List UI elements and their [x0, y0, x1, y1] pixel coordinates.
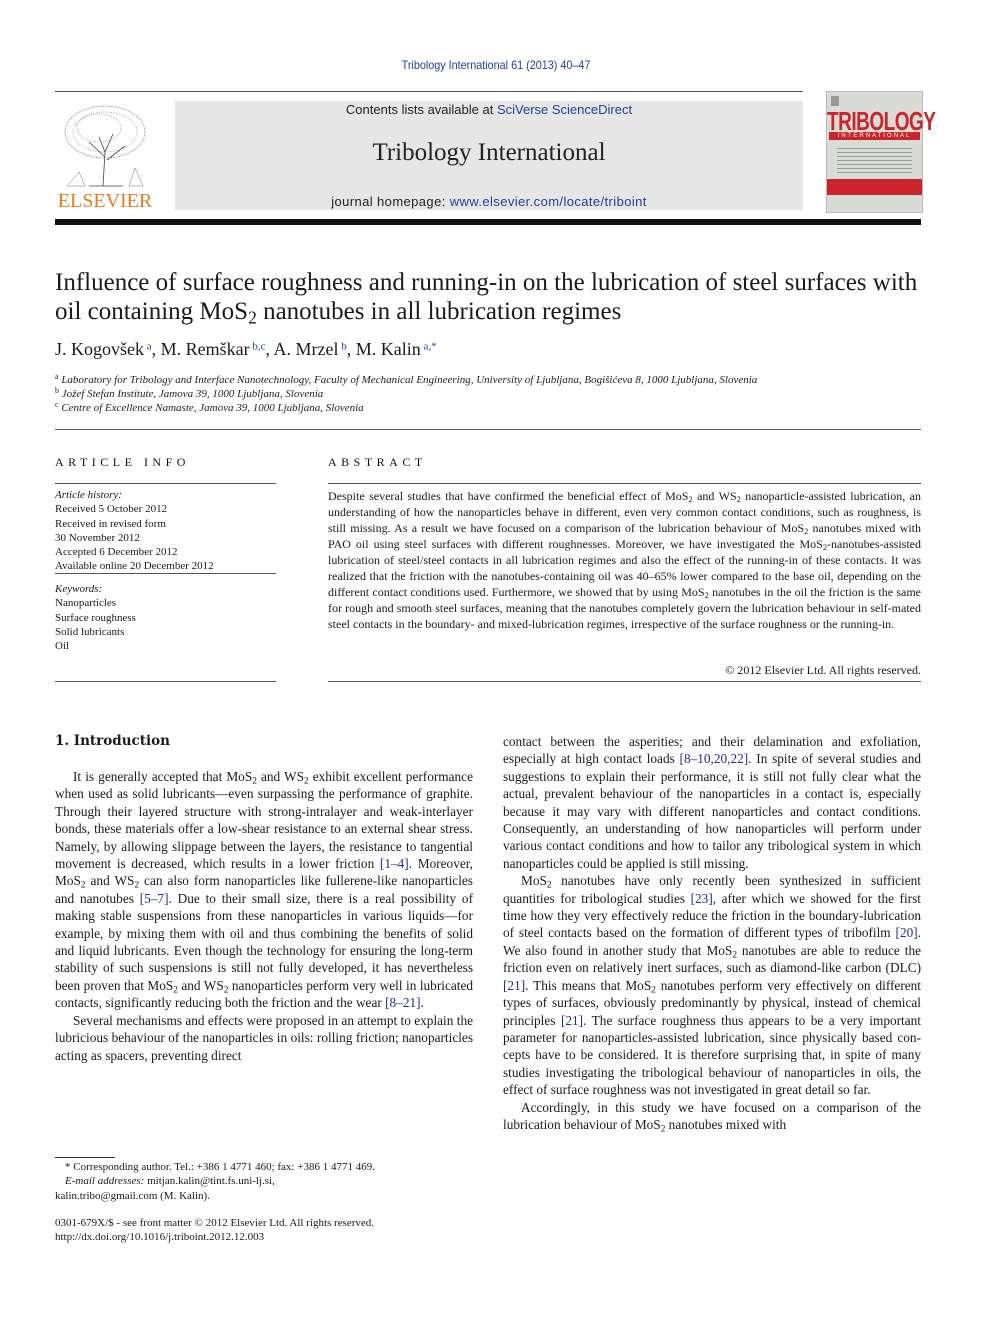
author-affiliation-mark[interactable]: b,c	[252, 341, 265, 353]
cover-red-band	[827, 179, 922, 195]
author-name: M. Remškar	[160, 339, 250, 359]
contents-line: Contents lists available at SciVerse Sci…	[175, 102, 803, 117]
affiliation-mark: c	[55, 400, 59, 409]
homepage-line: journal homepage: www.elsevier.com/locat…	[175, 194, 803, 209]
affiliation-text: Laboratory for Tribology and Interface N…	[61, 374, 758, 386]
paragraph: MoS2 nanotubes have only recently been s…	[503, 873, 922, 1098]
author[interactable]: M. Kalin a,*	[356, 339, 437, 359]
citation-link[interactable]: [8–10,20,22]	[680, 751, 749, 766]
citation-link[interactable]: [20]	[896, 925, 918, 940]
homepage-prefix: journal homepage:	[331, 194, 450, 209]
footnotes: * Corresponding author. Tel.: +386 1 477…	[55, 1160, 475, 1203]
abstract-heading: ABSTRACT	[328, 455, 427, 469]
email-label: E-mail addresses:	[65, 1175, 145, 1188]
journal-title: Tribology International	[372, 139, 606, 166]
history-item: 30 November 2012	[55, 531, 140, 544]
author[interactable]: A. Mrzel b	[274, 339, 347, 359]
cover-logo-icon	[831, 96, 839, 106]
affiliation-mark: b	[55, 386, 59, 395]
affiliation: b Jožef Stefan Institute, Jamova 39, 100…	[55, 387, 757, 401]
abstract-copyright: © 2012 Elsevier Ltd. All rights reserved…	[725, 663, 921, 677]
history-item: Received in revised form	[55, 517, 166, 530]
body-column-left: It is generally accepted that MoS2 and W…	[55, 768, 473, 1064]
paragraph: contact between the asperities; and thei…	[503, 734, 921, 871]
affiliation-mark: a	[55, 372, 59, 381]
divider	[55, 483, 276, 484]
keyword: Surface roughness	[55, 611, 136, 624]
paragraph: Accordingly, in this study we have focus…	[503, 1099, 921, 1135]
keyword: Nanoparticles	[55, 597, 117, 610]
article-info-heading: ARTICLE INFO	[55, 455, 190, 469]
affiliation-text: Centre of Excellence Namaste, Jamova 39,…	[61, 402, 364, 414]
header-thick-rule	[55, 219, 921, 225]
title-text-2: nanotubes in all lubrication regimes	[256, 298, 622, 325]
front-matter: 0301-679X/$ - see front matter © 2012 El…	[55, 1216, 475, 1245]
body-column-right: contact between the asperities; and thei…	[503, 733, 922, 1135]
author-affiliation-mark[interactable]: a,*	[424, 341, 437, 353]
citation-link[interactable]: [21]	[503, 978, 525, 993]
history-heading: Article history:	[55, 489, 122, 501]
journal-homepage-link[interactable]: www.elsevier.com/locate/triboint	[450, 194, 647, 209]
divider	[328, 483, 921, 484]
email-link[interactable]: mitjan.kalin@tint.fs.uni-lj.si,	[147, 1175, 275, 1187]
divider	[55, 681, 276, 682]
sciencedirect-link[interactable]: SciVerse ScienceDirect	[497, 102, 632, 117]
citation-link[interactable]: [8–21]	[385, 995, 420, 1010]
title-subscript: 2	[248, 307, 257, 328]
keyword: Solid lubricants	[55, 625, 125, 638]
footnote-rule	[55, 1157, 115, 1158]
author-list: J. Kogovšek a, M. Remškar b,c, A. Mrzel …	[55, 339, 437, 359]
elsevier-tree-icon	[64, 105, 146, 187]
doi-link[interactable]: http://dx.doi.org/10.1016/j.triboint.201…	[55, 1231, 264, 1243]
affiliation: a Laboratory for Tribology and Interface…	[55, 373, 757, 387]
history-item: Available online 20 December 2012	[55, 560, 214, 573]
divider	[55, 573, 276, 574]
author-name: A. Mrzel	[273, 339, 339, 359]
article-title: Influence of surface roughness and runni…	[55, 268, 935, 326]
affiliation-text: Jožef Stefan Institute, Jamova 39, 1000 …	[61, 388, 324, 400]
history-item: Received 5 October 2012	[55, 503, 168, 516]
journal-cover-thumbnail[interactable]: TRIBOLOGY INTERNATIONAL	[826, 91, 936, 213]
elsevier-wordmark: ELSEVIER	[57, 190, 153, 212]
divider	[328, 681, 921, 682]
citation-link[interactable]: [5–7]	[140, 891, 169, 906]
paragraph: It is generally accepted that MoS2 and W…	[55, 769, 473, 1011]
journal-citation-link[interactable]: Tribology International 61 (2013) 40–47	[50, 58, 943, 72]
journal-banner: Contents lists available at SciVerse Sci…	[175, 101, 803, 210]
author-affiliation-mark[interactable]: a	[147, 341, 152, 353]
author-name: M. Kalin	[355, 339, 421, 359]
keywords: Keywords: Nanoparticles Surface roughnes…	[55, 582, 136, 653]
email-line: E-mail addresses: mitjan.kalin@tint.fs.u…	[55, 1174, 475, 1188]
email-line-2: kalin.tribo@gmail.com (M. Kalin).	[55, 1189, 475, 1203]
keywords-heading: Keywords:	[55, 583, 103, 595]
history-item: Accepted 6 December 2012	[55, 546, 178, 559]
author[interactable]: J. Kogovšek a	[55, 339, 152, 359]
keyword: Oil	[55, 640, 70, 653]
citation-link[interactable]: [23]	[691, 891, 713, 906]
article-history: Article history: Received 5 October 2012…	[55, 488, 214, 574]
abstract-text: Despite several studies that have confir…	[328, 489, 922, 631]
email-link[interactable]: kalin.tribo@gmail.com (M. Kalin).	[55, 1190, 210, 1202]
author-affiliation-mark[interactable]: b	[341, 341, 347, 353]
cover-text-lines	[837, 145, 912, 175]
cover-subtitle: INTERNATIONAL	[829, 132, 920, 140]
contents-prefix: Contents lists available at	[345, 102, 497, 117]
header-rule	[55, 91, 803, 92]
citation-link[interactable]: [1–4]	[380, 856, 409, 871]
title-rule	[55, 429, 921, 430]
front-matter-text: 0301-679X/$ - see front matter © 2012 El…	[55, 1217, 375, 1229]
section-heading: 1. Introduction	[55, 733, 170, 749]
affiliations: a Laboratory for Tribology and Interface…	[55, 373, 757, 415]
corresponding-author-note: * Corresponding author. Tel.: +386 1 477…	[65, 1161, 375, 1173]
elsevier-logo[interactable]: ELSEVIER	[55, 100, 155, 212]
paragraph: Several mechanisms and effects were prop…	[55, 1012, 473, 1063]
author[interactable]: M. Remškar b,c	[161, 339, 266, 359]
author-name: J. Kogovšek	[55, 339, 144, 359]
citation-link[interactable]: [21]	[561, 1013, 583, 1028]
affiliation: c Centre of Excellence Namaste, Jamova 3…	[55, 401, 757, 415]
